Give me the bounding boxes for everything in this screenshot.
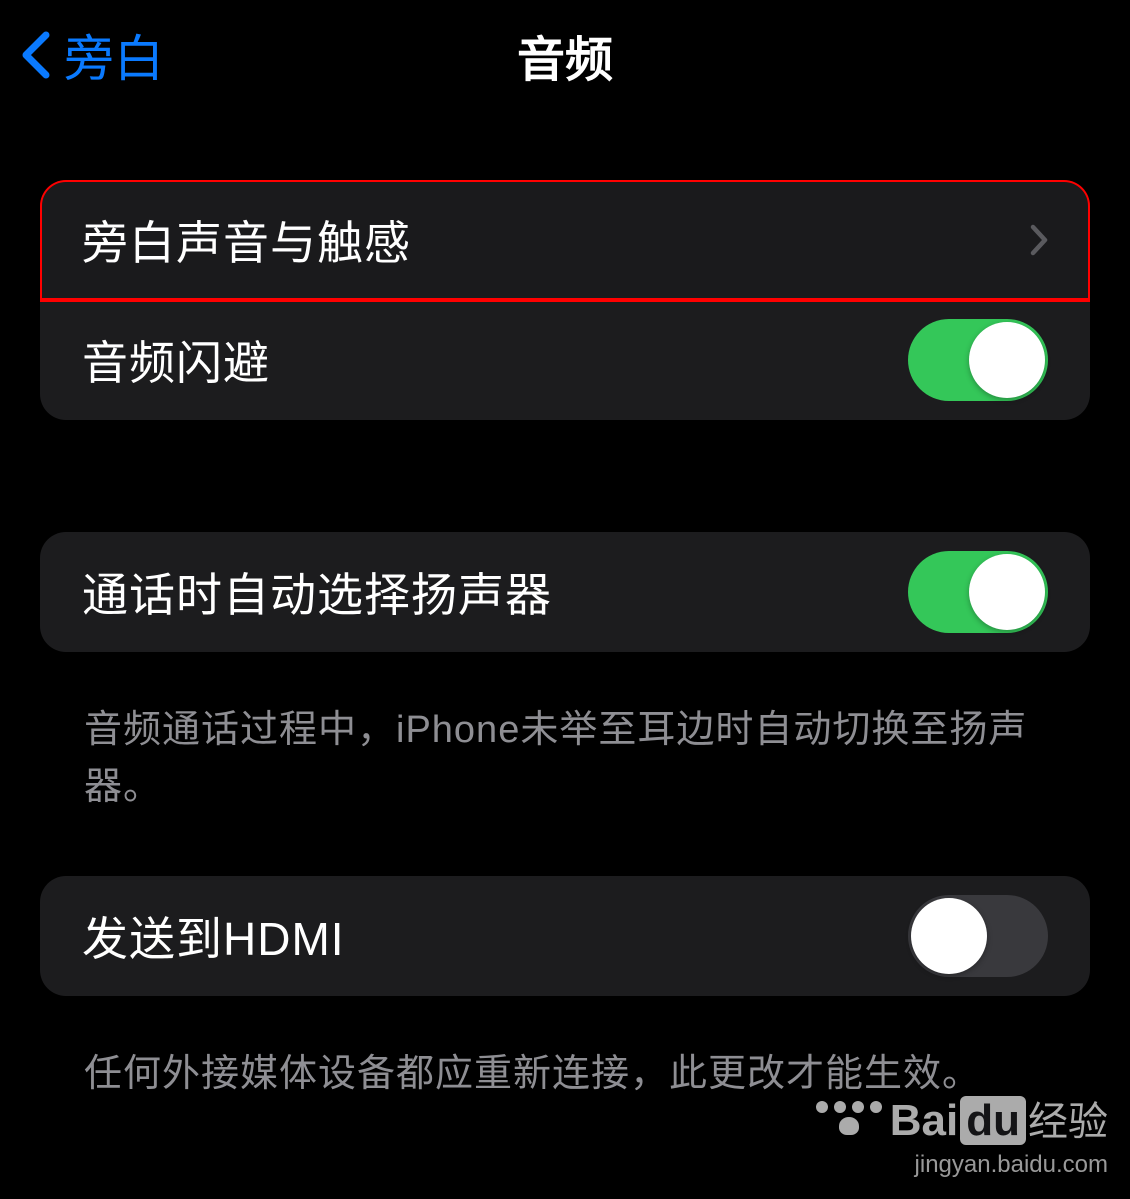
settings-group-1: 旁白声音与触感 音频闪避 [40, 180, 1090, 420]
back-label: 旁白 [64, 19, 164, 91]
row-voiceover-sounds-haptics[interactable]: 旁白声音与触感 [40, 180, 1090, 300]
row-audio-ducking: 音频闪避 [40, 300, 1090, 420]
row-send-to-hdmi: 发送到HDMI [40, 876, 1090, 996]
chevron-right-icon [1030, 224, 1048, 256]
toggle-send-to-hdmi[interactable] [908, 895, 1048, 977]
row-label: 音频闪避 [82, 327, 270, 393]
toggle-knob [969, 322, 1045, 398]
row-label: 通话时自动选择扬声器 [82, 559, 552, 625]
paw-icon [816, 1101, 882, 1135]
row-label: 旁白声音与触感 [82, 207, 411, 273]
page-title: 音频 [0, 20, 1130, 90]
chevron-left-icon [20, 31, 50, 79]
row-auto-select-speaker: 通话时自动选择扬声器 [40, 532, 1090, 652]
back-button[interactable]: 旁白 [20, 19, 164, 91]
settings-group-3: 发送到HDMI [40, 876, 1090, 996]
watermark: Baidu经验 jingyan.baidu.com [816, 1089, 1108, 1179]
footer-auto-speaker: 音频通话过程中，iPhone未举至耳边时自动切换至扬声器。 [40, 682, 1090, 876]
toggle-knob [911, 898, 987, 974]
toggle-auto-select-speaker[interactable] [908, 551, 1048, 633]
row-label: 发送到HDMI [82, 903, 345, 969]
toggle-knob [969, 554, 1045, 630]
watermark-logo: Baidu经验 [890, 1089, 1108, 1147]
toggle-audio-ducking[interactable] [908, 319, 1048, 401]
watermark-url: jingyan.baidu.com [816, 1151, 1108, 1179]
settings-group-2: 通话时自动选择扬声器 [40, 532, 1090, 652]
nav-header: 旁白 音频 [0, 0, 1130, 110]
